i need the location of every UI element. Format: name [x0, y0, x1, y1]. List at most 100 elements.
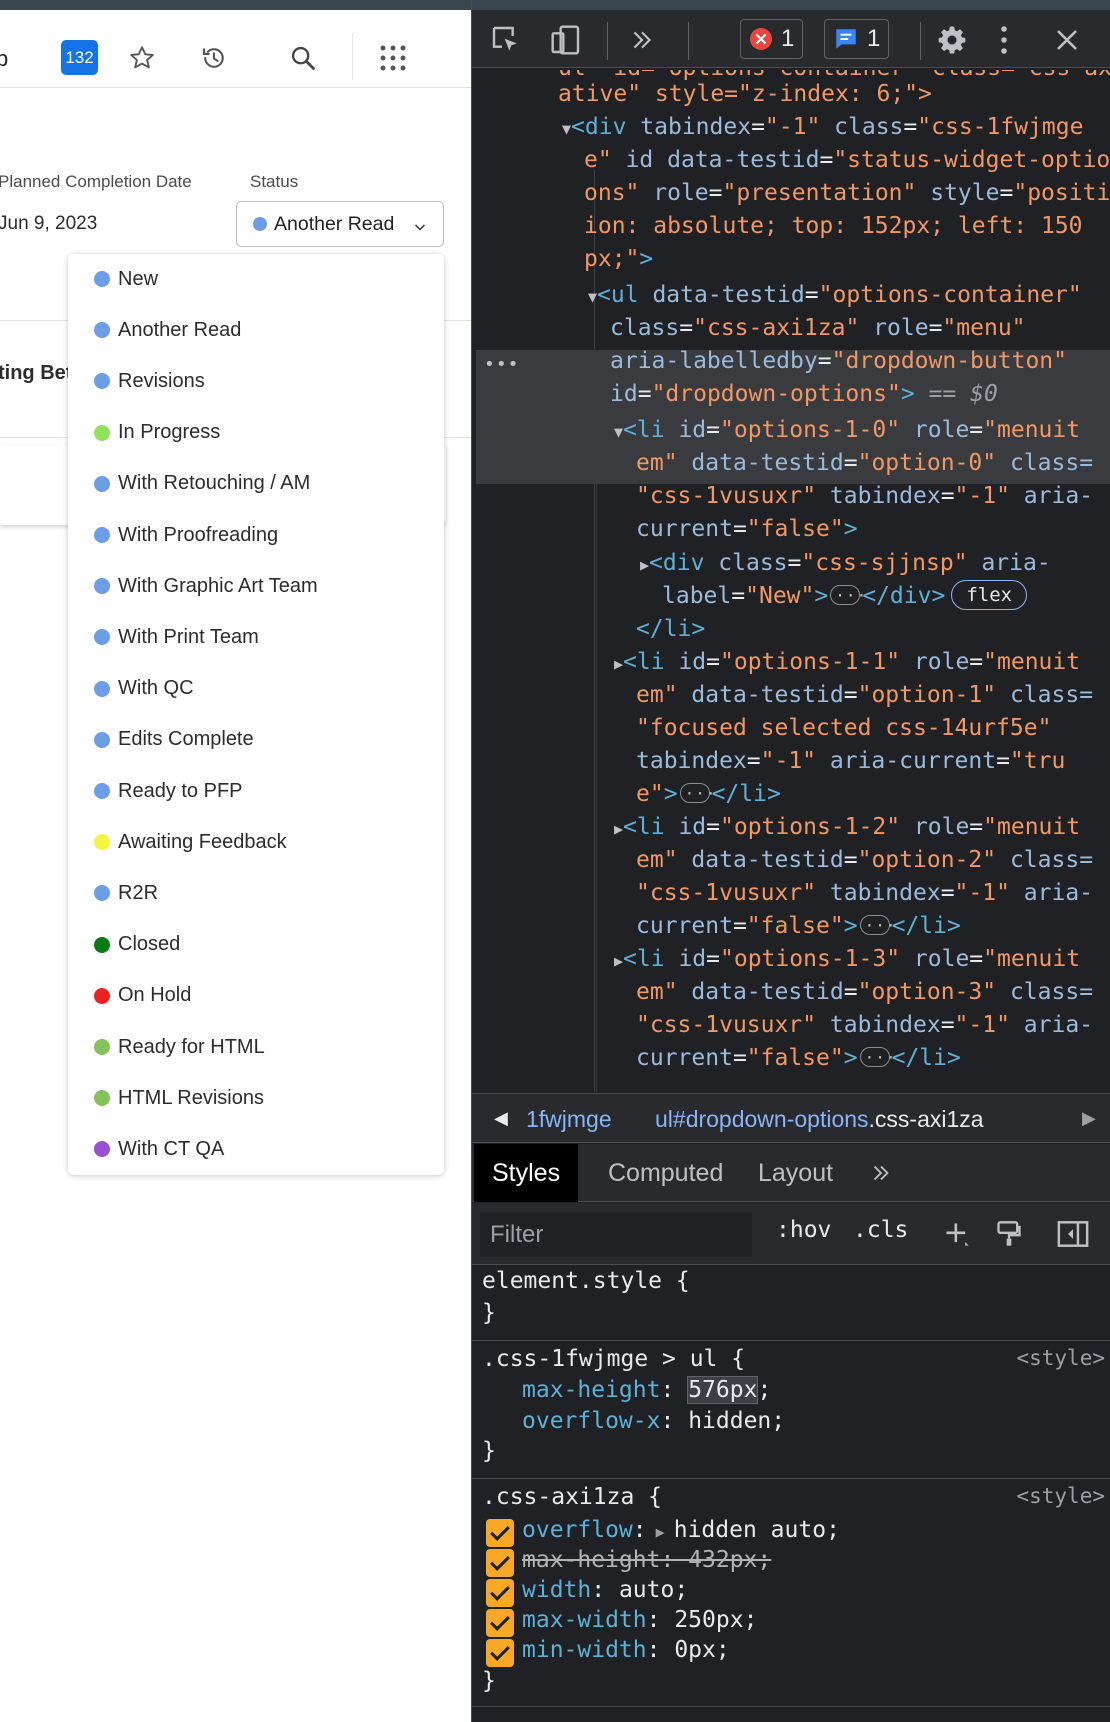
rule2-width[interactable]: width: auto; — [522, 1575, 688, 1606]
tab-computed[interactable]: Computed — [590, 1144, 741, 1202]
status-option[interactable]: Closed — [94, 928, 180, 962]
li0-class-value: css-1vusuxr — [649, 483, 803, 509]
status-color-dot — [94, 680, 110, 697]
settings-gear-icon[interactable] — [932, 20, 972, 60]
tab-layout[interactable]: Layout — [740, 1144, 851, 1202]
more-options-icon[interactable] — [984, 20, 1024, 60]
rule2-max-width[interactable]: max-width: 250px; — [522, 1605, 757, 1636]
flex-badge[interactable]: flex — [951, 579, 1028, 610]
rule1-overflow-x[interactable]: overflow-x: hidden; — [522, 1406, 785, 1437]
history-icon[interactable] — [194, 38, 234, 78]
breadcrumb-scroll-left-icon[interactable]: ◀ — [494, 1108, 508, 1129]
rule2-max-height-checkbox[interactable] — [486, 1549, 514, 1577]
status-color-dot — [94, 527, 110, 543]
error-count-badge[interactable]: 1 — [740, 19, 804, 59]
collapsed-content-icon[interactable] — [859, 1041, 896, 1074]
status-option[interactable]: With Retouching / AM — [94, 467, 310, 501]
breadcrumb-scroll-right-icon[interactable]: ▶ — [1082, 1108, 1096, 1129]
more-tabs-icon[interactable] — [622, 20, 662, 60]
rule-close-brace: } — [482, 1300, 496, 1326]
status-option[interactable]: HTML Revisions — [94, 1081, 264, 1115]
rule1-max-height[interactable]: max-height: 576px; — [522, 1375, 771, 1406]
message-count: 1 — [867, 25, 881, 52]
rule2-source-link[interactable]: <style> — [1016, 1484, 1105, 1508]
status-option[interactable]: Revisions — [94, 364, 205, 398]
status-option[interactable]: With Proofreading — [94, 518, 278, 552]
rule2-width-checkbox[interactable] — [486, 1579, 514, 1607]
star-icon[interactable] — [122, 38, 162, 78]
status-option[interactable]: With QC — [94, 672, 194, 706]
device-toolbar-icon[interactable] — [546, 20, 586, 60]
collapsed-content-icon[interactable] — [830, 579, 867, 612]
rule1-selector[interactable]: .css-1fwjmge > ul { — [482, 1344, 745, 1375]
new-style-rule-icon[interactable] — [938, 1215, 976, 1253]
rule2-overflow[interactable]: overflow: ▶ hidden auto; — [522, 1515, 840, 1548]
dom-li0-div[interactable]: ▶<div class="css-sjjnsp" aria- — [640, 547, 1051, 582]
hover-state-toggle[interactable]: :hov — [776, 1217, 831, 1243]
app-grid-icon[interactable] — [373, 38, 413, 78]
status-option[interactable]: Ready to PFP — [94, 774, 243, 808]
search-icon[interactable] — [283, 38, 323, 78]
status-option[interactable]: In Progress — [94, 416, 220, 450]
collapsed-content-icon[interactable] — [679, 777, 716, 810]
dom-div-attrs-3: ion: absolute; top: 152px; left: 150 — [584, 213, 1083, 239]
error-count: 1 — [781, 25, 795, 52]
rule2-max-height-overridden[interactable]: max-height: 432px; — [522, 1545, 771, 1576]
breadcrumb-parent[interactable]: 1fwjmge — [526, 1106, 612, 1133]
rule2-overflow-checkbox[interactable] — [486, 1519, 514, 1547]
status-color-dot — [94, 1141, 110, 1158]
status-option-label: Ready to PFP — [118, 779, 243, 802]
rule1-source-link[interactable]: <style> — [1016, 1346, 1105, 1370]
class-toggle[interactable]: .cls — [853, 1217, 908, 1243]
status-option[interactable]: New — [94, 262, 158, 296]
elements-tree[interactable]: ••• ul" id="options-container" class="cs… — [472, 70, 1110, 1092]
breadcrumb-current[interactable]: ul#dropdown-options.css-axi1za — [655, 1106, 984, 1133]
rule1-max-height-value[interactable]: 576px — [687, 1376, 759, 1404]
status-option-label: On Hold — [118, 984, 192, 1007]
status-color-dot — [94, 373, 110, 390]
status-option[interactable]: With Graphic Art Team — [94, 569, 318, 603]
dom-li1-open[interactable]: ▶<li id="options-1-1" role="menuit — [614, 646, 1080, 681]
status-option[interactable]: On Hold — [94, 979, 191, 1013]
element-style-rule[interactable]: element.style { — [482, 1266, 690, 1297]
status-option[interactable]: Awaiting Feedback — [94, 825, 287, 859]
dom-li2-open[interactable]: ▶<li id="options-1-2" role="menuit — [614, 811, 1080, 846]
ul-role-value: menu — [956, 315, 1012, 341]
more-tabs-icon[interactable] — [852, 1144, 910, 1202]
rule-close-brace: } — [482, 1438, 496, 1464]
status-option-label: Ready for HTML — [118, 1035, 265, 1058]
status-option-label: With Print Team — [118, 625, 259, 648]
toggle-sidebar-icon[interactable] — [1054, 1215, 1092, 1253]
node-actions-ellipsis[interactable]: ••• — [484, 354, 520, 375]
status-option[interactable]: R2R — [94, 876, 158, 910]
dom-div-open[interactable]: ▼<div tabindex="-1" class="css-1fwjmge — [562, 111, 1083, 146]
tab-styles[interactable]: Styles — [474, 1144, 579, 1202]
rule2-selector[interactable]: .css-axi1za { — [482, 1482, 662, 1513]
rule2-max-width-checkbox[interactable] — [486, 1609, 514, 1637]
message-count-badge[interactable]: 1 — [824, 19, 890, 59]
status-option[interactable]: With Print Team — [94, 620, 259, 654]
li3-testid-value: option-3 — [871, 979, 983, 1005]
dom-li3-open[interactable]: ▶<li id="options-1-3" role="menuit — [614, 943, 1080, 978]
status-color-dot — [94, 271, 110, 287]
status-option[interactable]: Edits Complete — [94, 723, 254, 757]
styles-filter-input[interactable]: Filter — [480, 1213, 752, 1257]
rule2-overflow-value: hidden auto — [673, 1517, 827, 1543]
status-option[interactable]: With CT QA — [94, 1132, 224, 1166]
close-icon[interactable] — [1047, 20, 1087, 60]
status-option-label: With QC — [118, 677, 194, 700]
li1-testid-value: option-1 — [871, 682, 983, 708]
paint-brush-icon[interactable] — [990, 1215, 1028, 1253]
inspect-element-icon[interactable] — [486, 20, 526, 60]
dom-li0-open[interactable]: ▼<li id="options-1-0" role="menuit — [614, 414, 1080, 449]
rule2-min-width[interactable]: min-width: 0px; — [522, 1635, 730, 1666]
status-color-dot — [94, 1039, 110, 1055]
rule2-min-width-checkbox[interactable] — [486, 1639, 514, 1667]
notification-badge[interactable]: 132 — [61, 40, 98, 75]
status-option[interactable]: Ready for HTML — [94, 1030, 265, 1064]
li3-id-value: options-1-3 — [733, 946, 887, 972]
status-dropdown-button[interactable]: Another Read — [236, 201, 444, 247]
status-option[interactable]: Another Read — [94, 313, 241, 347]
collapsed-content-icon[interactable] — [859, 909, 896, 942]
dom-ul-open[interactable]: ▼<ul data-testid="options-container" — [588, 279, 1082, 314]
